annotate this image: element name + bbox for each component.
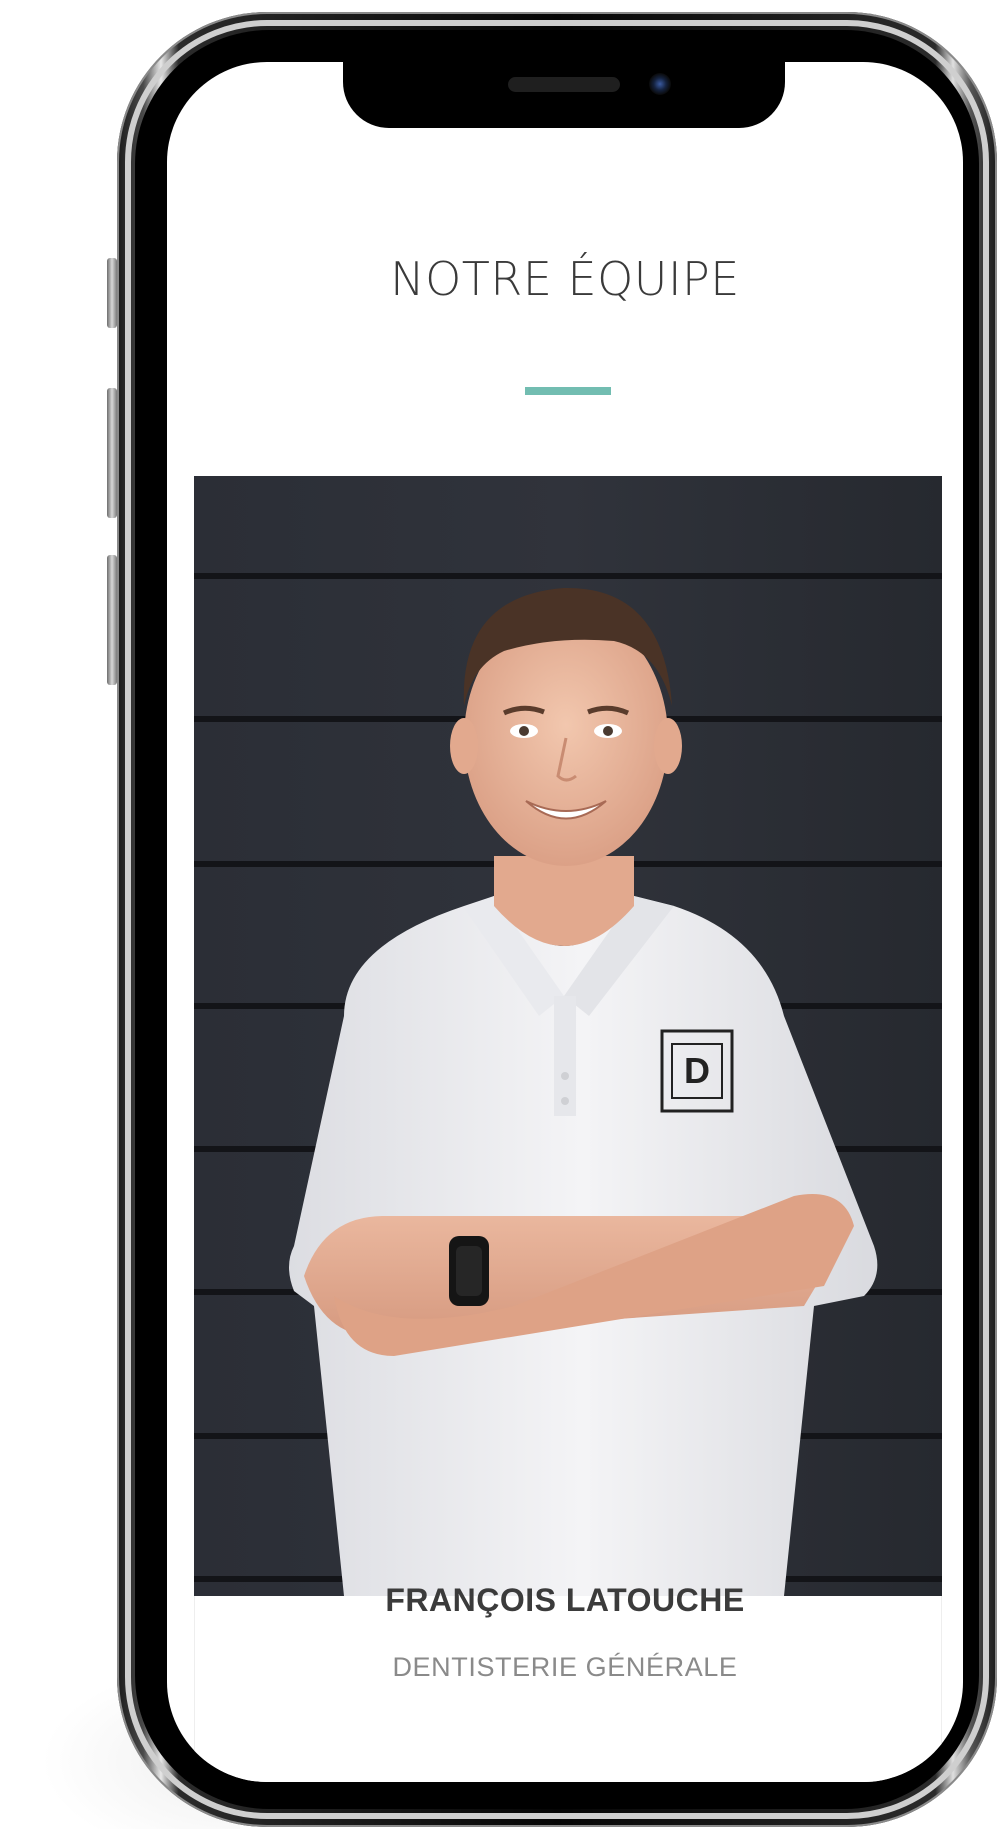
earpiece-speaker: [508, 77, 620, 92]
team-member-photo[interactable]: D: [194, 476, 942, 1596]
volume-up-button: [107, 388, 117, 518]
phone-screen[interactable]: NOTRE ÉQUIPE D: [167, 62, 963, 1782]
mockup-stage: NOTRE ÉQUIPE D: [0, 0, 1004, 1829]
silent-switch: [107, 258, 117, 328]
volume-down-button: [107, 555, 117, 685]
section-title: NOTRE ÉQUIPE: [390, 252, 740, 306]
phone-notch: [343, 58, 785, 128]
title-accent-divider: [525, 387, 611, 395]
team-member-card-footer: [194, 1596, 942, 1782]
svg-text:D: D: [684, 1050, 710, 1091]
front-camera-icon: [649, 73, 671, 95]
shirt-logo-icon: D: [660, 1029, 734, 1113]
portrait-photo: D: [194, 476, 942, 1596]
